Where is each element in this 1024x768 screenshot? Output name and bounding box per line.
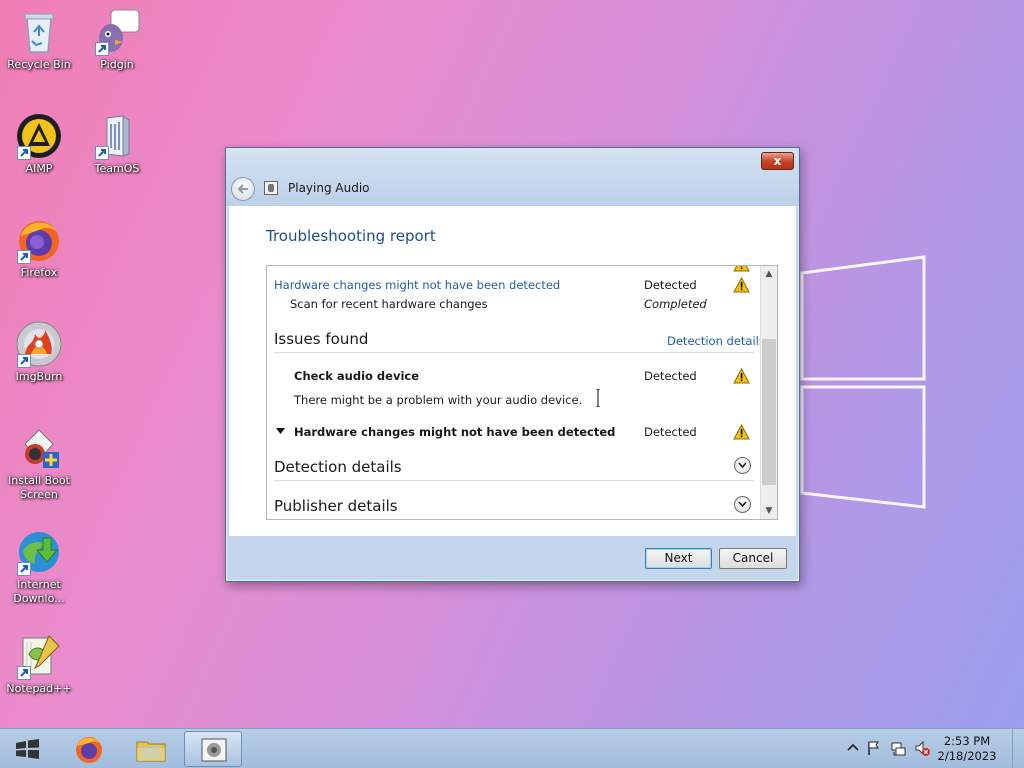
pidgin-icon bbox=[93, 8, 141, 56]
desktop-icon-internet-download-manager[interactable]: Internet Downlo... bbox=[1, 528, 77, 606]
shortcut-arrow-icon bbox=[17, 562, 31, 576]
top-item-sub-status: Completed bbox=[644, 297, 707, 311]
desktop-icon-firefox[interactable]: Firefox bbox=[1, 216, 77, 280]
report-list[interactable]: Hardware changes might not have been det… bbox=[266, 265, 778, 520]
firefox-icon bbox=[15, 216, 63, 264]
desktop-icon-label: Recycle Bin bbox=[7, 58, 71, 71]
firefox-icon bbox=[76, 737, 102, 763]
taskbar-file-explorer[interactable] bbox=[122, 731, 180, 767]
imgburn-icon bbox=[15, 320, 63, 368]
notepadpp-icon bbox=[15, 632, 63, 680]
desktop-icon-aimp[interactable]: AIMP bbox=[1, 112, 77, 176]
issue-status: Detected bbox=[644, 425, 697, 439]
issues-found-heading: Issues found bbox=[274, 330, 369, 348]
warning-icon bbox=[733, 276, 750, 293]
warning-icon bbox=[733, 423, 750, 440]
shortcut-arrow-icon bbox=[17, 666, 31, 680]
cancel-button[interactable]: Cancel bbox=[719, 548, 787, 569]
top-item-status: Detected bbox=[644, 278, 697, 292]
desktop-icon-recycle-bin[interactable]: Recycle Bin bbox=[1, 8, 77, 72]
dialog-content: Troubleshooting report Hardware changes … bbox=[229, 206, 796, 536]
install-boot-screen-icon bbox=[15, 424, 63, 472]
next-button[interactable]: Next bbox=[645, 548, 712, 569]
separator bbox=[274, 352, 754, 353]
shortcut-arrow-icon bbox=[17, 354, 31, 368]
taskbar-clock[interactable]: 2:53 PM 2/18/2023 bbox=[932, 734, 1002, 764]
expand-chevron-icon[interactable] bbox=[734, 457, 751, 474]
show-desktop-button[interactable] bbox=[1012, 729, 1024, 768]
issue-status: Detected bbox=[644, 369, 697, 383]
detection-details-link[interactable]: Detection details bbox=[667, 334, 765, 348]
separator bbox=[274, 480, 754, 481]
clock-time: 2:53 PM bbox=[943, 734, 991, 748]
troubleshooter-icon bbox=[201, 738, 227, 762]
issue-description: There might be a problem with your audio… bbox=[294, 393, 583, 407]
scrollbar-thumb[interactable] bbox=[762, 339, 776, 485]
scroll-up-icon[interactable]: ▲ bbox=[761, 266, 777, 282]
folder-icon bbox=[136, 741, 166, 762]
taskbar-firefox[interactable] bbox=[60, 731, 118, 767]
desktop-icon-label: AIMP bbox=[25, 162, 53, 175]
desktop-icon-pidgin[interactable]: Pidgin bbox=[79, 8, 155, 72]
volume-muted-icon[interactable] bbox=[914, 740, 930, 756]
close-button[interactable]: x bbox=[761, 152, 794, 170]
desktop-icon-label: ImgBurn bbox=[15, 370, 63, 383]
aimp-icon bbox=[15, 112, 63, 160]
clock-date: 2/18/2023 bbox=[937, 749, 997, 763]
vertical-scrollbar[interactable]: ▲ ▼ bbox=[760, 266, 777, 519]
publisher-details-heading[interactable]: Publisher details bbox=[274, 497, 398, 515]
desktop-icon-label: Pidgin bbox=[100, 58, 134, 71]
desktop-icon-label: Internet Downlo... bbox=[13, 578, 65, 605]
dialog-titlebar[interactable]: x Playing Audio bbox=[226, 148, 799, 206]
top-item-link[interactable]: Hardware changes might not have been det… bbox=[274, 278, 560, 292]
shortcut-arrow-icon bbox=[17, 250, 31, 264]
troubleshooter-app-icon bbox=[264, 181, 278, 195]
issue-title[interactable]: Check audio device bbox=[294, 369, 419, 383]
report-heading: Troubleshooting report bbox=[266, 227, 436, 245]
show-hidden-icons-chevron-icon[interactable] bbox=[845, 740, 861, 756]
desktop-icon-imgburn[interactable]: ImgBurn bbox=[1, 320, 77, 384]
internet-download-manager-icon bbox=[15, 528, 63, 576]
shortcut-arrow-icon bbox=[95, 42, 109, 56]
detection-details-heading[interactable]: Detection details bbox=[274, 458, 402, 476]
desktop-icon-label: Install Boot Screen bbox=[8, 474, 70, 501]
text-cursor-icon bbox=[596, 389, 600, 407]
windows-logo-icon bbox=[16, 739, 39, 759]
desktop-icon-label: Notepad++ bbox=[6, 682, 72, 695]
taskbar: 2:53 PM 2/18/2023 bbox=[0, 728, 1024, 768]
recycle-bin-icon bbox=[15, 8, 63, 56]
desktop-icon-install-boot-screen[interactable]: Install Boot Screen bbox=[1, 424, 77, 502]
scroll-down-icon[interactable]: ▼ bbox=[761, 503, 777, 519]
action-center-flag-icon[interactable] bbox=[866, 740, 882, 756]
desktop-icon-label: Firefox bbox=[20, 266, 58, 279]
taskbar-troubleshooter[interactable] bbox=[184, 731, 242, 767]
shortcut-arrow-icon bbox=[17, 146, 31, 160]
back-arrow-icon bbox=[237, 184, 248, 194]
start-button[interactable] bbox=[8, 735, 48, 763]
desktop-icon-notepadpp[interactable]: Notepad++ bbox=[1, 632, 77, 696]
windows-wallpaper-logo bbox=[800, 255, 930, 510]
desktop-icon-teamos[interactable]: TeamOS bbox=[79, 112, 155, 176]
shortcut-arrow-icon bbox=[95, 146, 109, 160]
back-button[interactable] bbox=[231, 177, 255, 201]
expand-chevron-icon[interactable] bbox=[734, 496, 751, 513]
warning-icon bbox=[733, 266, 750, 272]
desktop-icon-label: TeamOS bbox=[94, 162, 140, 175]
teamos-icon bbox=[93, 112, 141, 160]
warning-icon bbox=[733, 367, 750, 384]
dialog-title: Playing Audio bbox=[288, 181, 370, 195]
network-icon[interactable] bbox=[890, 740, 906, 756]
expand-triangle-icon[interactable] bbox=[276, 428, 285, 434]
top-item-sub-label: Scan for recent hardware changes bbox=[290, 297, 488, 311]
troubleshooter-dialog: x Playing Audio Troubleshooting report H… bbox=[225, 147, 800, 582]
issue-title[interactable]: Hardware changes might not have been det… bbox=[294, 425, 615, 439]
